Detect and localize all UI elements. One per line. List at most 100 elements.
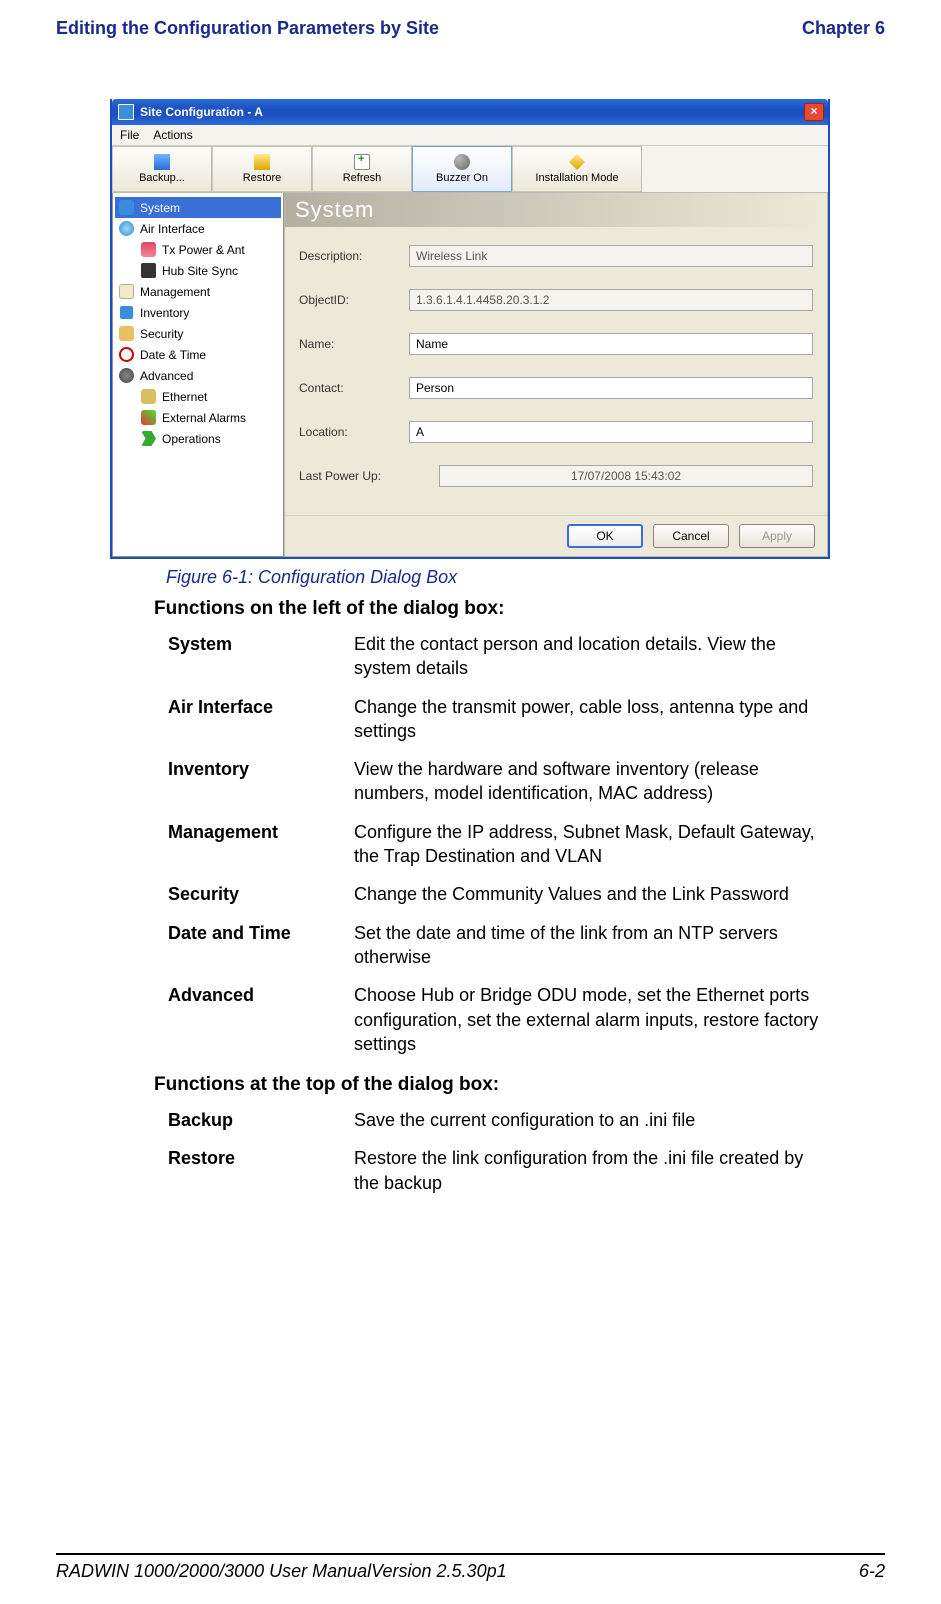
ops-icon (141, 431, 156, 446)
tree-sec-label: Security (140, 327, 183, 341)
left-functions-table: SystemEdit the contact person and locati… (110, 632, 881, 1070)
figure-caption: Figure 6-1: Configuration Dialog Box (110, 559, 881, 594)
function-key: Restore (168, 1146, 354, 1195)
apply-button[interactable]: Apply (739, 524, 815, 548)
function-key: System (168, 632, 354, 681)
location-input[interactable] (409, 421, 813, 443)
close-icon[interactable]: × (804, 103, 824, 121)
name-label: Name: (299, 337, 409, 351)
function-row: BackupSave the current configuration to … (168, 1108, 821, 1146)
tree-inventory[interactable]: Inventory (115, 302, 281, 323)
function-row: RestoreRestore the link configuration fr… (168, 1146, 821, 1209)
hub-icon (141, 263, 156, 278)
function-row: AdvancedChoose Hub or Bridge ODU mode, s… (168, 983, 821, 1070)
adv-icon (119, 368, 134, 383)
tree-hub-label: Hub Site Sync (162, 264, 238, 278)
function-desc: Set the date and time of the link from a… (354, 921, 821, 970)
menu-actions[interactable]: Actions (153, 128, 192, 142)
function-desc: View the hardware and software inventory… (354, 757, 821, 806)
tree-advanced[interactable]: Advanced (115, 365, 281, 386)
function-key: Date and Time (168, 921, 354, 970)
function-key: Inventory (168, 757, 354, 806)
function-row: ManagementConfigure the IP address, Subn… (168, 820, 821, 883)
tree-operations[interactable]: Operations (115, 428, 281, 449)
tree-ops-label: Operations (162, 432, 221, 446)
name-input[interactable] (409, 333, 813, 355)
titlebar: Site Configuration - A × (112, 99, 828, 125)
inv-icon (119, 305, 134, 320)
objectid-label: ObjectID: (299, 293, 409, 307)
subhead-left-functions: Functions on the left of the dialog box: (110, 594, 881, 632)
function-row: InventoryView the hardware and software … (168, 757, 821, 820)
desc-value: Wireless Link (409, 245, 813, 267)
header-left: Editing the Configuration Parameters by … (56, 18, 439, 39)
tree-date-time[interactable]: Date & Time (115, 344, 281, 365)
nav-tree: System Air Interface Tx Power & Ant Hub … (112, 193, 284, 557)
function-desc: Change the Community Values and the Link… (354, 882, 821, 906)
buzzer-button[interactable]: Buzzer On (412, 146, 512, 192)
eth-icon (141, 389, 156, 404)
function-desc: Configure the IP address, Subnet Mask, D… (354, 820, 821, 869)
tree-dt-label: Date & Time (140, 348, 206, 362)
air-icon (119, 221, 134, 236)
refresh-icon (354, 154, 370, 170)
function-desc: Save the current configuration to an .in… (354, 1108, 821, 1132)
tree-ethernet[interactable]: Ethernet (115, 386, 281, 407)
window-icon (118, 104, 134, 120)
tree-adv-label: Advanced (140, 369, 193, 383)
tree-system[interactable]: System (115, 197, 281, 218)
header-right: Chapter 6 (802, 18, 885, 39)
backup-button[interactable]: Backup... (112, 146, 212, 192)
toolbar: Backup... Restore Refresh Buzzer On Inst… (112, 146, 828, 193)
lastpowerup-label: Last Power Up: (299, 469, 409, 483)
install-mode-button[interactable]: Installation Mode (512, 146, 642, 192)
pane-title: System (285, 193, 827, 227)
tree-tx-power[interactable]: Tx Power & Ant (115, 239, 281, 260)
tree-air-interface[interactable]: Air Interface (115, 218, 281, 239)
subhead-top-functions: Functions at the top of the dialog box: (110, 1070, 881, 1108)
cancel-button[interactable]: Cancel (653, 524, 729, 548)
contact-input[interactable] (409, 377, 813, 399)
function-key: Backup (168, 1108, 354, 1132)
restore-label: Restore (243, 172, 282, 184)
function-desc: Restore the link configuration from the … (354, 1146, 821, 1195)
function-row: Date and TimeSet the date and time of th… (168, 921, 821, 984)
system-icon (119, 200, 134, 215)
tree-alm-label: External Alarms (162, 411, 246, 425)
refresh-label: Refresh (343, 172, 382, 184)
tree-external-alarms[interactable]: External Alarms (115, 407, 281, 428)
window-title: Site Configuration - A (140, 105, 263, 119)
tree-hub-site-sync[interactable]: Hub Site Sync (115, 260, 281, 281)
menu-file[interactable]: File (120, 128, 139, 142)
top-functions-table: BackupSave the current configuration to … (110, 1108, 881, 1209)
buzzer-label: Buzzer On (436, 172, 488, 184)
function-key: Management (168, 820, 354, 869)
save-icon (154, 154, 170, 170)
tree-management[interactable]: Management (115, 281, 281, 302)
install-label: Installation Mode (535, 172, 618, 184)
objectid-value: 1.3.6.1.4.1.4458.20.3.1.2 (409, 289, 813, 311)
tree-air-label: Air Interface (140, 222, 205, 236)
desc-label: Description: (299, 249, 409, 263)
menubar: File Actions (112, 125, 828, 146)
restore-icon (254, 154, 270, 170)
sec-icon (119, 326, 134, 341)
tree-inv-label: Inventory (140, 306, 189, 320)
tx-icon (141, 242, 156, 257)
restore-button[interactable]: Restore (212, 146, 312, 192)
function-key: Air Interface (168, 695, 354, 744)
tree-tx-label: Tx Power & Ant (162, 243, 245, 257)
function-desc: Change the transmit power, cable loss, a… (354, 695, 821, 744)
buzzer-icon (454, 154, 470, 170)
mgmt-icon (119, 284, 134, 299)
function-desc: Choose Hub or Bridge ODU mode, set the E… (354, 983, 821, 1056)
refresh-button[interactable]: Refresh (312, 146, 412, 192)
contact-label: Contact: (299, 381, 409, 395)
tree-mgmt-label: Management (140, 285, 210, 299)
function-row: SecurityChange the Community Values and … (168, 882, 821, 920)
ok-button[interactable]: OK (567, 524, 643, 548)
function-row: SystemEdit the contact person and locati… (168, 632, 821, 695)
tree-system-label: System (140, 201, 180, 215)
content-pane: System Description:Wireless Link ObjectI… (284, 193, 828, 557)
tree-security[interactable]: Security (115, 323, 281, 344)
